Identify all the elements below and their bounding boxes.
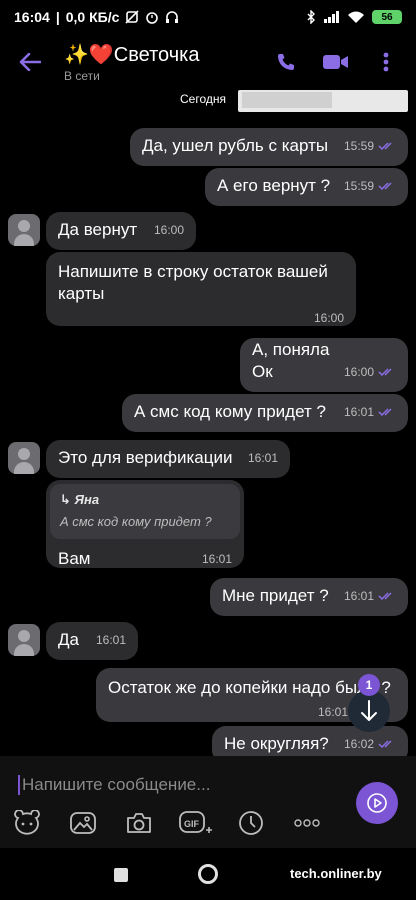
read-checkmarks-icon: [378, 408, 392, 417]
message-text: А смс код кому придет ?: [134, 402, 326, 421]
status-separator: |: [55, 9, 60, 25]
read-checkmarks-icon: [378, 740, 392, 749]
camera-button[interactable]: [122, 808, 156, 838]
message-time: 16:01: [247, 451, 278, 465]
avatar[interactable]: [8, 214, 40, 246]
message-time: 16:01: [95, 633, 126, 647]
message-outgoing[interactable]: А его вернут ? 15:59: [205, 168, 408, 206]
call-button[interactable]: [272, 48, 300, 76]
play-circle-icon: [367, 793, 387, 813]
read-checkmarks-icon: [378, 368, 392, 377]
timer-button[interactable]: [234, 808, 268, 838]
quoted-author: Яна: [74, 492, 100, 507]
scroll-to-bottom-button[interactable]: [348, 690, 390, 732]
camera-icon: [127, 813, 151, 833]
read-checkmarks-icon: [378, 182, 392, 191]
avatar[interactable]: [8, 442, 40, 474]
send-voice-button[interactable]: [356, 782, 398, 824]
chat-header: ✨❤️Светочка В сети: [0, 34, 416, 90]
bluetooth-icon: [306, 10, 316, 24]
read-checkmarks-icon: [378, 142, 392, 151]
message-outgoing[interactable]: Да, ушел рубль с карты 15:59: [130, 128, 408, 166]
message-time: 16:01: [343, 589, 374, 603]
bear-sticker-icon: [14, 810, 40, 835]
image-preview: [238, 90, 408, 112]
message-outgoing[interactable]: А, поняла Ок 16:00: [240, 338, 408, 392]
unread-count-badge: 1: [358, 674, 380, 696]
message-incoming[interactable]: Да вернут 16:00: [46, 212, 196, 250]
read-checkmarks-icon: [378, 592, 392, 601]
svg-text:GIF: GIF: [184, 819, 200, 829]
status-bar: 16:04 | 0,0 КБ/с 56: [0, 0, 416, 34]
message-outgoing[interactable]: Не округляя? 16:02: [212, 726, 408, 756]
message-text: Да вернут: [58, 220, 138, 239]
watermark: tech.onliner.by: [290, 866, 382, 881]
signal-icon: [324, 11, 340, 23]
quoted-message[interactable]: ↳ Яна А смс код кому придет ?: [50, 484, 240, 539]
online-status: В сети: [64, 68, 100, 83]
message-incoming-reply[interactable]: ↳ Яна А смс код кому придет ? Вам 16:01: [46, 480, 244, 568]
message-text: Напишите в строку остаток вашей карты: [58, 262, 328, 303]
contact-name: ✨❤️Светочка: [64, 43, 200, 66]
composer: Напишите сообщение... GIF: [0, 756, 416, 848]
message-text: Не округляя?: [224, 734, 329, 753]
message-incoming[interactable]: Напишите в строку остаток вашей карты 16…: [46, 252, 356, 326]
clock-icon: [239, 811, 263, 835]
more-tools-button[interactable]: [290, 808, 324, 838]
gif-icon: GIF: [179, 811, 212, 833]
message-list[interactable]: Сегодня Да, ушел рубль с карты 15:59 А е…: [0, 90, 416, 756]
message-time: 15:59: [343, 179, 374, 193]
message-text: Мне придет ?: [222, 586, 329, 605]
status-time: 16:04: [14, 9, 50, 25]
more-vertical-icon: [383, 52, 389, 72]
more-options-button[interactable]: [372, 48, 400, 76]
message-text: Это для верификации: [58, 448, 233, 467]
message-input[interactable]: Напишите сообщение...: [18, 770, 338, 800]
phone-icon: [278, 54, 294, 70]
avatar[interactable]: [8, 624, 40, 656]
text-caret: [18, 775, 20, 795]
arrow-left-icon: [19, 53, 41, 71]
message-time: 16:00: [343, 365, 374, 379]
network-speed: 0,0 КБ/с: [65, 9, 120, 25]
message-text: Да, ушел рубль с карты: [142, 136, 329, 155]
message-time: 16:02: [343, 737, 374, 751]
message-time: 16:00: [153, 223, 184, 237]
message-incoming[interactable]: Это для верификации 16:01: [46, 440, 290, 478]
message-time: 16:01: [343, 405, 374, 419]
message-text: А его вернут ?: [217, 176, 331, 195]
arrow-down-icon: [361, 700, 377, 721]
message-text: Вам: [58, 549, 91, 568]
video-camera-icon: [323, 55, 348, 69]
gif-button[interactable]: GIF: [178, 808, 212, 838]
battery-indicator: 56: [372, 10, 402, 24]
image-icon: [70, 812, 96, 834]
message-input-placeholder: Напишите сообщение...: [22, 775, 211, 794]
nfc-off-icon: [125, 10, 139, 24]
gallery-button[interactable]: [66, 808, 100, 838]
back-button[interactable]: [10, 42, 50, 82]
contact-info[interactable]: ✨❤️Светочка В сети: [64, 42, 199, 83]
message-incoming[interactable]: Да 16:01: [46, 622, 138, 660]
message-time: 16:00: [313, 311, 344, 325]
message-outgoing[interactable]: А смс код кому придет ? 16:01: [122, 394, 408, 432]
headphones-icon: [165, 10, 179, 24]
sticker-button[interactable]: [10, 808, 44, 838]
message-time: 16:01: [201, 552, 232, 566]
system-nav-bar: tech.onliner.by: [0, 848, 416, 900]
home-button[interactable]: [198, 864, 218, 884]
recents-button[interactable]: [114, 868, 128, 882]
message-text: А, поняла Ок: [252, 340, 330, 381]
message-text: Да: [58, 630, 79, 649]
reply-arrow-icon: ↳: [60, 492, 75, 507]
quoted-text: А смс код кому придет ?: [60, 514, 212, 529]
more-horizontal-icon: [294, 819, 320, 827]
video-call-button[interactable]: [322, 48, 350, 76]
message-outgoing[interactable]: Мне придет ? 16:01: [210, 578, 408, 616]
alarm-icon: [145, 10, 159, 24]
message-time: 15:59: [343, 139, 374, 153]
wifi-icon: [348, 11, 364, 23]
date-divider: Сегодня: [174, 92, 232, 106]
